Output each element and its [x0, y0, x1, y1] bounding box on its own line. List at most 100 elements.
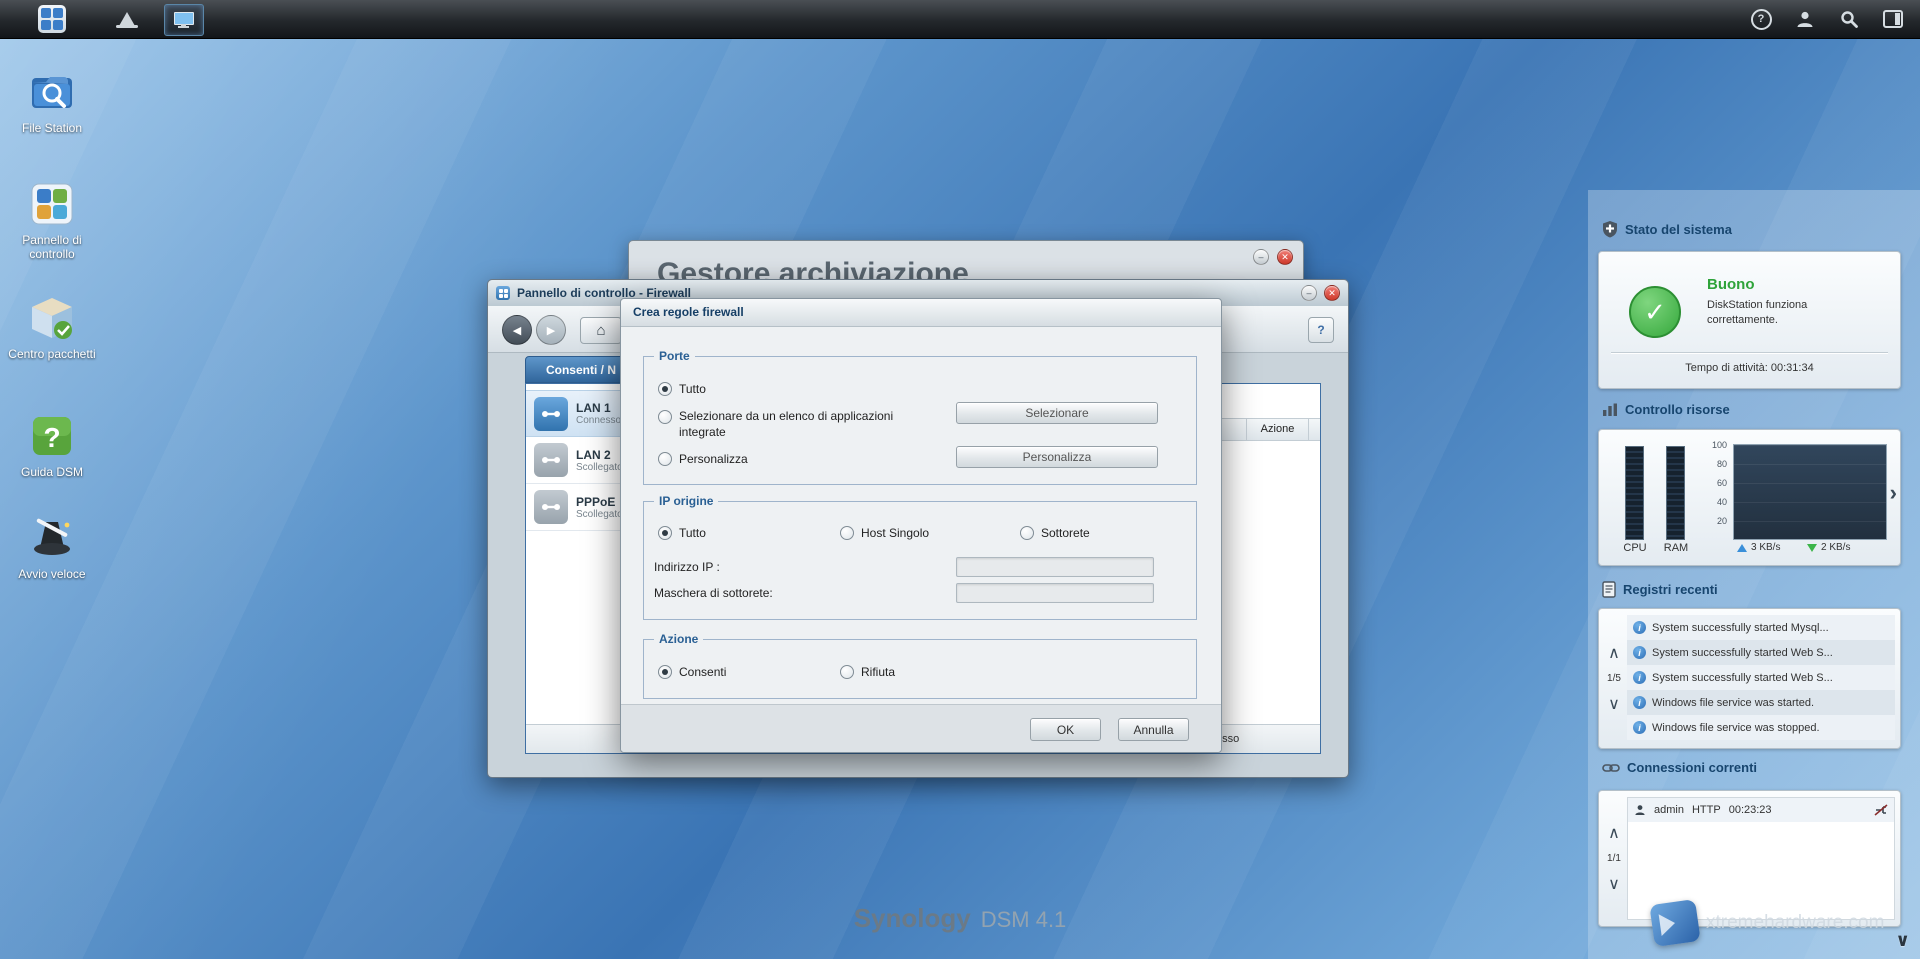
watermark-logo-icon: [1649, 899, 1701, 947]
connection-row[interactable]: admin HTTP 00:23:23: [1628, 798, 1894, 822]
radio-azione-consenti[interactable]: Consenti: [658, 665, 726, 679]
download-rate: 2 KB/s: [1821, 542, 1851, 553]
personalizza-button[interactable]: Personalizza: [956, 446, 1158, 468]
help-icon: ?: [1750, 8, 1772, 30]
radio-label: Personalizza: [679, 452, 748, 466]
page-up-chevron[interactable]: ∧: [1608, 823, 1620, 843]
log-text: System successfully started Web S...: [1652, 671, 1833, 684]
desktop-icon-quick-start[interactable]: Avvio veloce: [6, 512, 98, 582]
dialog-title: Crea regole firewall: [621, 299, 1221, 327]
search-icon: [1841, 11, 1858, 28]
log-text: Windows file service was started.: [1652, 696, 1814, 709]
log-row[interactable]: i System successfully started Web S...: [1627, 665, 1895, 690]
download-legend: 2 KB/s: [1807, 542, 1850, 553]
current-connections-header: Connessioni correnti: [1602, 760, 1757, 775]
desktop-icon-dsm-help[interactable]: ? Guida DSM: [6, 410, 98, 480]
ip-address-label: Indirizzo IP :: [654, 560, 720, 574]
fieldset-legend: Azione: [654, 632, 704, 646]
page-down-chevron[interactable]: ∨: [1608, 874, 1620, 894]
section-title: Connessioni correnti: [1627, 760, 1758, 775]
main-menu-button[interactable]: [30, 4, 74, 34]
desktop-icon-package-center[interactable]: Centro pacchetti: [6, 292, 98, 362]
minimize-button[interactable]: –: [1301, 285, 1317, 301]
ok-button[interactable]: OK: [1030, 718, 1101, 741]
cancel-button[interactable]: Annulla: [1118, 718, 1189, 741]
expand-resources-chevron[interactable]: ›: [1890, 480, 1897, 506]
section-title: Stato del sistema: [1625, 221, 1732, 237]
synology-logo-text: Synology: [853, 903, 971, 933]
user-menu-button[interactable]: [1794, 8, 1816, 30]
connections-pagination: ∧ 1/1 ∨: [1603, 791, 1625, 926]
subnet-mask-input[interactable]: [956, 583, 1154, 603]
page-indicator: 1/5: [1607, 673, 1621, 684]
active-app-button[interactable]: [164, 4, 204, 36]
search-button[interactable]: [1838, 8, 1860, 30]
radio-azione-rifiuta[interactable]: Rifiuta: [840, 665, 895, 679]
widgets-toggle-button[interactable]: [1882, 8, 1904, 30]
radio-ip-tutto[interactable]: Tutto: [658, 526, 706, 540]
user-icon: [1797, 11, 1813, 27]
help-button[interactable]: ?: [1750, 8, 1772, 30]
panel-scroll-down-chevron[interactable]: ∨: [1895, 930, 1910, 951]
axis-tick: 60: [1716, 478, 1727, 488]
radio-ip-sottorete[interactable]: Sottorete: [1020, 526, 1090, 540]
connection-user: admin: [1654, 804, 1684, 816]
column-header-azione[interactable]: Azione: [1246, 419, 1309, 440]
connection-protocol: HTTP: [1691, 804, 1721, 816]
dsm-branding: Synology DSM 4.1: [854, 903, 1067, 934]
log-text: Windows file service was stopped.: [1652, 721, 1820, 734]
quick-launch-icon: [116, 12, 138, 28]
disconnect-icon[interactable]: [1874, 804, 1888, 816]
log-row[interactable]: i Windows file service was started.: [1627, 690, 1895, 715]
forward-button[interactable]: ▶: [536, 315, 566, 345]
desktop-icon-label: File Station: [21, 121, 83, 135]
radio-porte-tutto[interactable]: Tutto: [658, 382, 706, 396]
dsm-version-text: DSM 4.1: [980, 907, 1067, 932]
control-panel-icon: [26, 178, 78, 230]
bar-chart-icon: [1603, 403, 1617, 416]
dsm-help-icon: ?: [26, 410, 78, 462]
log-row[interactable]: i System successfully started Web S...: [1627, 640, 1895, 665]
package-center-icon: [26, 292, 78, 344]
axis-tick: 80: [1716, 459, 1727, 469]
radio-porte-elenco[interactable]: Selezionare da un elenco di applicazioni…: [658, 409, 908, 440]
log-row[interactable]: i System successfully started Mysql...: [1627, 615, 1895, 640]
ip-address-input[interactable]: [956, 557, 1154, 577]
radio-icon: [840, 526, 854, 540]
log-row[interactable]: i Windows file service was stopped.: [1627, 715, 1895, 740]
system-status-box: ✓ Buono DiskStation funziona correttamen…: [1598, 251, 1901, 389]
watermark-text: xtremehardware.com: [1706, 912, 1885, 933]
dialog-footer: OK Annulla: [621, 704, 1221, 752]
radio-label: Consenti: [679, 665, 727, 679]
selezionare-button[interactable]: Selezionare: [956, 402, 1158, 424]
log-text: System successfully started Mysql...: [1652, 621, 1829, 634]
link-icon: [1602, 763, 1620, 772]
user-icon: [1635, 805, 1645, 815]
desktop-icon-label: Centro pacchetti: [8, 347, 96, 361]
close-button[interactable]: ✕: [1324, 285, 1340, 301]
quick-launch-button[interactable]: [110, 4, 144, 34]
info-icon: i: [1633, 721, 1646, 734]
close-button[interactable]: ✕: [1277, 249, 1293, 265]
monitor-icon: [174, 12, 194, 28]
taskbar-right: ?: [1750, 0, 1920, 38]
page-down-chevron[interactable]: ∨: [1608, 694, 1620, 714]
radio-ip-host-singolo[interactable]: Host Singolo: [840, 526, 929, 540]
back-button[interactable]: ◀: [502, 315, 532, 345]
home-button[interactable]: ⌂: [580, 317, 622, 344]
system-status-header: Stato del sistema: [1602, 220, 1732, 238]
minimize-button[interactable]: –: [1253, 249, 1269, 265]
recent-logs-box: ∧ 1/5 ∨ i System successfully started My…: [1598, 608, 1901, 749]
status-value: Buono: [1707, 276, 1755, 293]
widgets-icon: [1883, 10, 1903, 28]
info-icon: i: [1633, 696, 1646, 709]
page-up-chevron[interactable]: ∧: [1608, 643, 1620, 663]
window-help-button[interactable]: ?: [1308, 317, 1334, 343]
desktop-icon-file-station[interactable]: File Station: [6, 66, 98, 136]
radio-porte-personalizza[interactable]: Personalizza: [658, 452, 748, 466]
radio-label: Selezionare da un elenco di applicazioni…: [679, 409, 894, 439]
lan-link-icon: [534, 443, 568, 477]
desktop-icon-control-panel[interactable]: Pannello di controllo: [6, 178, 98, 262]
apps-grid-icon: [38, 5, 66, 33]
upload-legend: 3 KB/s: [1737, 542, 1780, 553]
